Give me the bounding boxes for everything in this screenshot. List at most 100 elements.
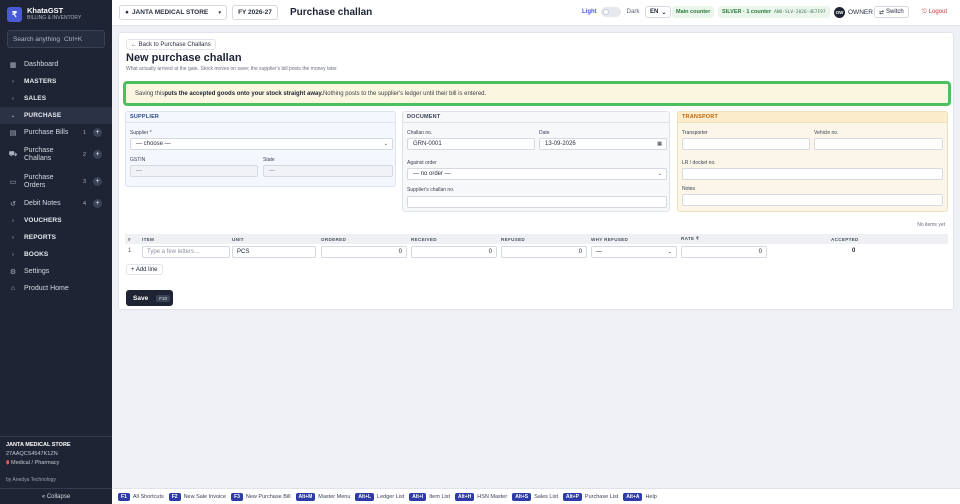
- empty-items-note: No items yet: [917, 222, 945, 228]
- sidebar-item-dashboard[interactable]: ▦ Dashboard: [0, 56, 112, 73]
- sidebar-item-purchase-bills[interactable]: ▤ Purchase Bills 1 +: [0, 124, 112, 141]
- shortcut-hsn-master[interactable]: Alt+H HSN Master: [455, 492, 507, 501]
- received-input[interactable]: 0: [411, 246, 497, 258]
- supplier-panel: SUPPLIER Supplier * — choose — ⌄ GSTIN —…: [125, 111, 396, 187]
- supplier-challan-input[interactable]: [407, 196, 667, 208]
- sidebar-item-label: Purchase Orders: [24, 173, 54, 189]
- supplier-label: Supplier *: [130, 130, 152, 136]
- sidebar-item-label: MASTERS: [24, 78, 57, 85]
- unit-input[interactable]: PCS: [232, 246, 316, 258]
- sidebar-section-vouchers[interactable]: › VOUCHERS: [0, 212, 112, 229]
- lr-docket-input[interactable]: [682, 168, 943, 180]
- transporter-input[interactable]: [682, 138, 810, 150]
- document-panel: DOCUMENT Challan no. GRN-0001 Date 13-09…: [402, 111, 670, 212]
- sidebar-item-product-home[interactable]: ⌂ Product Home: [0, 280, 112, 297]
- chevron-down-icon: ⌄: [383, 141, 388, 147]
- shortcut-label: Master Menu: [318, 493, 351, 500]
- vehicle-no-input[interactable]: [814, 138, 943, 150]
- gear-icon: ⚙: [9, 268, 17, 276]
- sidebar-section-reports[interactable]: › REPORTS: [0, 229, 112, 246]
- accepted-value: 0: [852, 248, 856, 254]
- row-index: 1: [128, 248, 132, 254]
- logout-label: Logout: [928, 9, 948, 15]
- rupee-logo-icon: ₹: [7, 6, 22, 22]
- vendor-credit: by Anedya Technology: [6, 477, 56, 483]
- why-refused-select[interactable]: — ⌄: [591, 246, 677, 258]
- shop-type: ⬮ Medical / Pharmacy: [6, 460, 106, 467]
- count-badge: 1: [82, 129, 86, 136]
- shop-type-label: Medical / Pharmacy: [11, 460, 60, 466]
- page-title: Purchase challan: [290, 7, 373, 18]
- sidebar-item-settings[interactable]: ⚙ Settings: [0, 263, 112, 280]
- brand-subtitle: BILLING & INVENTORY: [27, 15, 82, 21]
- chevron-right-icon: ›: [12, 217, 14, 224]
- transporter-label: Transporter: [682, 130, 708, 136]
- item-search-input[interactable]: Type a few letters…: [142, 246, 230, 258]
- store-selector[interactable]: ● JANTA MEDICAL STORE ▾: [119, 5, 227, 20]
- add-purchase-order-button[interactable]: +: [93, 177, 102, 186]
- shortcut-help[interactable]: Alt+A Help: [623, 492, 657, 501]
- notes-input[interactable]: [682, 194, 943, 206]
- sidebar-item-label: Dashboard: [24, 61, 59, 68]
- info-banner: Saving this puts the accepted goods onto…: [123, 81, 951, 106]
- truck-icon: ⛟: [8, 151, 18, 158]
- column-header: #: [128, 236, 131, 242]
- sidebar-item-purchase-challans[interactable]: ⛟ Purchase Challans 2 +: [0, 141, 112, 168]
- challan-no-input[interactable]: GRN-0001: [407, 138, 535, 150]
- shortcut-key: Alt+P: [562, 492, 582, 501]
- supplier-select[interactable]: — choose — ⌄: [130, 138, 393, 150]
- column-header: RECEIVED: [411, 236, 437, 242]
- add-line-button[interactable]: + Add line: [126, 264, 163, 275]
- shortcut-new-sale[interactable]: F2 New Sale Invoice: [168, 492, 226, 501]
- sidebar-section-sales[interactable]: › SALES: [0, 90, 112, 107]
- column-header: ITEM: [142, 236, 155, 242]
- against-order-select[interactable]: — no order — ⌄: [407, 168, 667, 180]
- panel-heading: SUPPLIER: [126, 112, 395, 123]
- against-order-value: — no order —: [413, 171, 451, 177]
- search-input[interactable]: Search anything Ctrl+K: [7, 30, 105, 48]
- sidebar-section-masters[interactable]: › MASTERS: [0, 73, 112, 90]
- chevron-right-icon: ›: [12, 251, 14, 258]
- shortcut-label: Ledger List: [377, 493, 405, 500]
- collapse-button[interactable]: « Collapse: [0, 488, 112, 504]
- shortcut-new-purchase[interactable]: F3 New Purchase Bill: [231, 492, 291, 501]
- add-purchase-bill-button[interactable]: +: [93, 128, 102, 137]
- add-debit-note-button[interactable]: +: [93, 199, 102, 208]
- shortcut-item-list[interactable]: Alt+I Item List: [409, 492, 450, 501]
- rate-input[interactable]: 0: [681, 246, 767, 258]
- column-header: ACCEPTED: [831, 236, 859, 242]
- panel-heading: DOCUMENT: [403, 112, 669, 123]
- shortcut-label: Help: [645, 493, 657, 500]
- topbar: ● JANTA MEDICAL STORE ▾ FY 2026-27 Purch…: [112, 0, 960, 26]
- panel-heading: TRANSPORT: [678, 112, 947, 123]
- theme-toggle[interactable]: [600, 7, 621, 17]
- shortcut-purchase-list[interactable]: Alt+P Purchase List: [562, 492, 618, 501]
- sidebar-item-purchase-orders[interactable]: ▭ Purchase Orders 3 +: [0, 168, 112, 195]
- sidebar-item-label: BOOKS: [24, 251, 49, 258]
- fy-selector[interactable]: FY 2026-27: [232, 5, 278, 20]
- date-input[interactable]: 13-09-2026 ▦: [539, 138, 667, 150]
- shortcut-all[interactable]: F1 All Shortcuts: [118, 492, 164, 501]
- switch-button[interactable]: ⇄ Switch: [874, 6, 909, 18]
- ordered-input[interactable]: 0: [321, 246, 407, 258]
- save-button[interactable]: Save F10: [126, 290, 173, 306]
- add-purchase-challan-button[interactable]: +: [93, 150, 102, 159]
- shortcut-sales-list[interactable]: Alt+S Sales List: [512, 492, 558, 501]
- sidebar-item-debit-notes[interactable]: ↺ Debit Notes 4 +: [0, 195, 112, 212]
- state-label: State: [263, 157, 275, 163]
- user-menu[interactable]: OW OWNER: [834, 7, 873, 18]
- calendar-icon[interactable]: ▦: [657, 141, 662, 147]
- back-link[interactable]: ← Back to Purchase Challans: [126, 39, 216, 50]
- sidebar-section-books[interactable]: › BOOKS: [0, 246, 112, 263]
- language-selector[interactable]: EN ⌄: [645, 6, 672, 18]
- sidebar-section-purchase[interactable]: ⌄ PURCHASE: [0, 107, 112, 124]
- shortcut-ledger-list[interactable]: Alt+L Ledger List: [355, 492, 405, 501]
- count-badge: 3: [82, 178, 86, 185]
- theme-light-label: Light: [582, 9, 597, 15]
- refused-input[interactable]: 0: [501, 246, 587, 258]
- column-header: WHY REFUSED: [591, 236, 629, 242]
- shortcut-master-menu[interactable]: Alt+M Master Menu: [295, 492, 351, 501]
- challan-form-card: ← Back to Purchase Challans New purchase…: [118, 32, 954, 310]
- home-icon: ⌂: [10, 285, 16, 292]
- logout-button[interactable]: ⎋ Logout: [918, 6, 951, 18]
